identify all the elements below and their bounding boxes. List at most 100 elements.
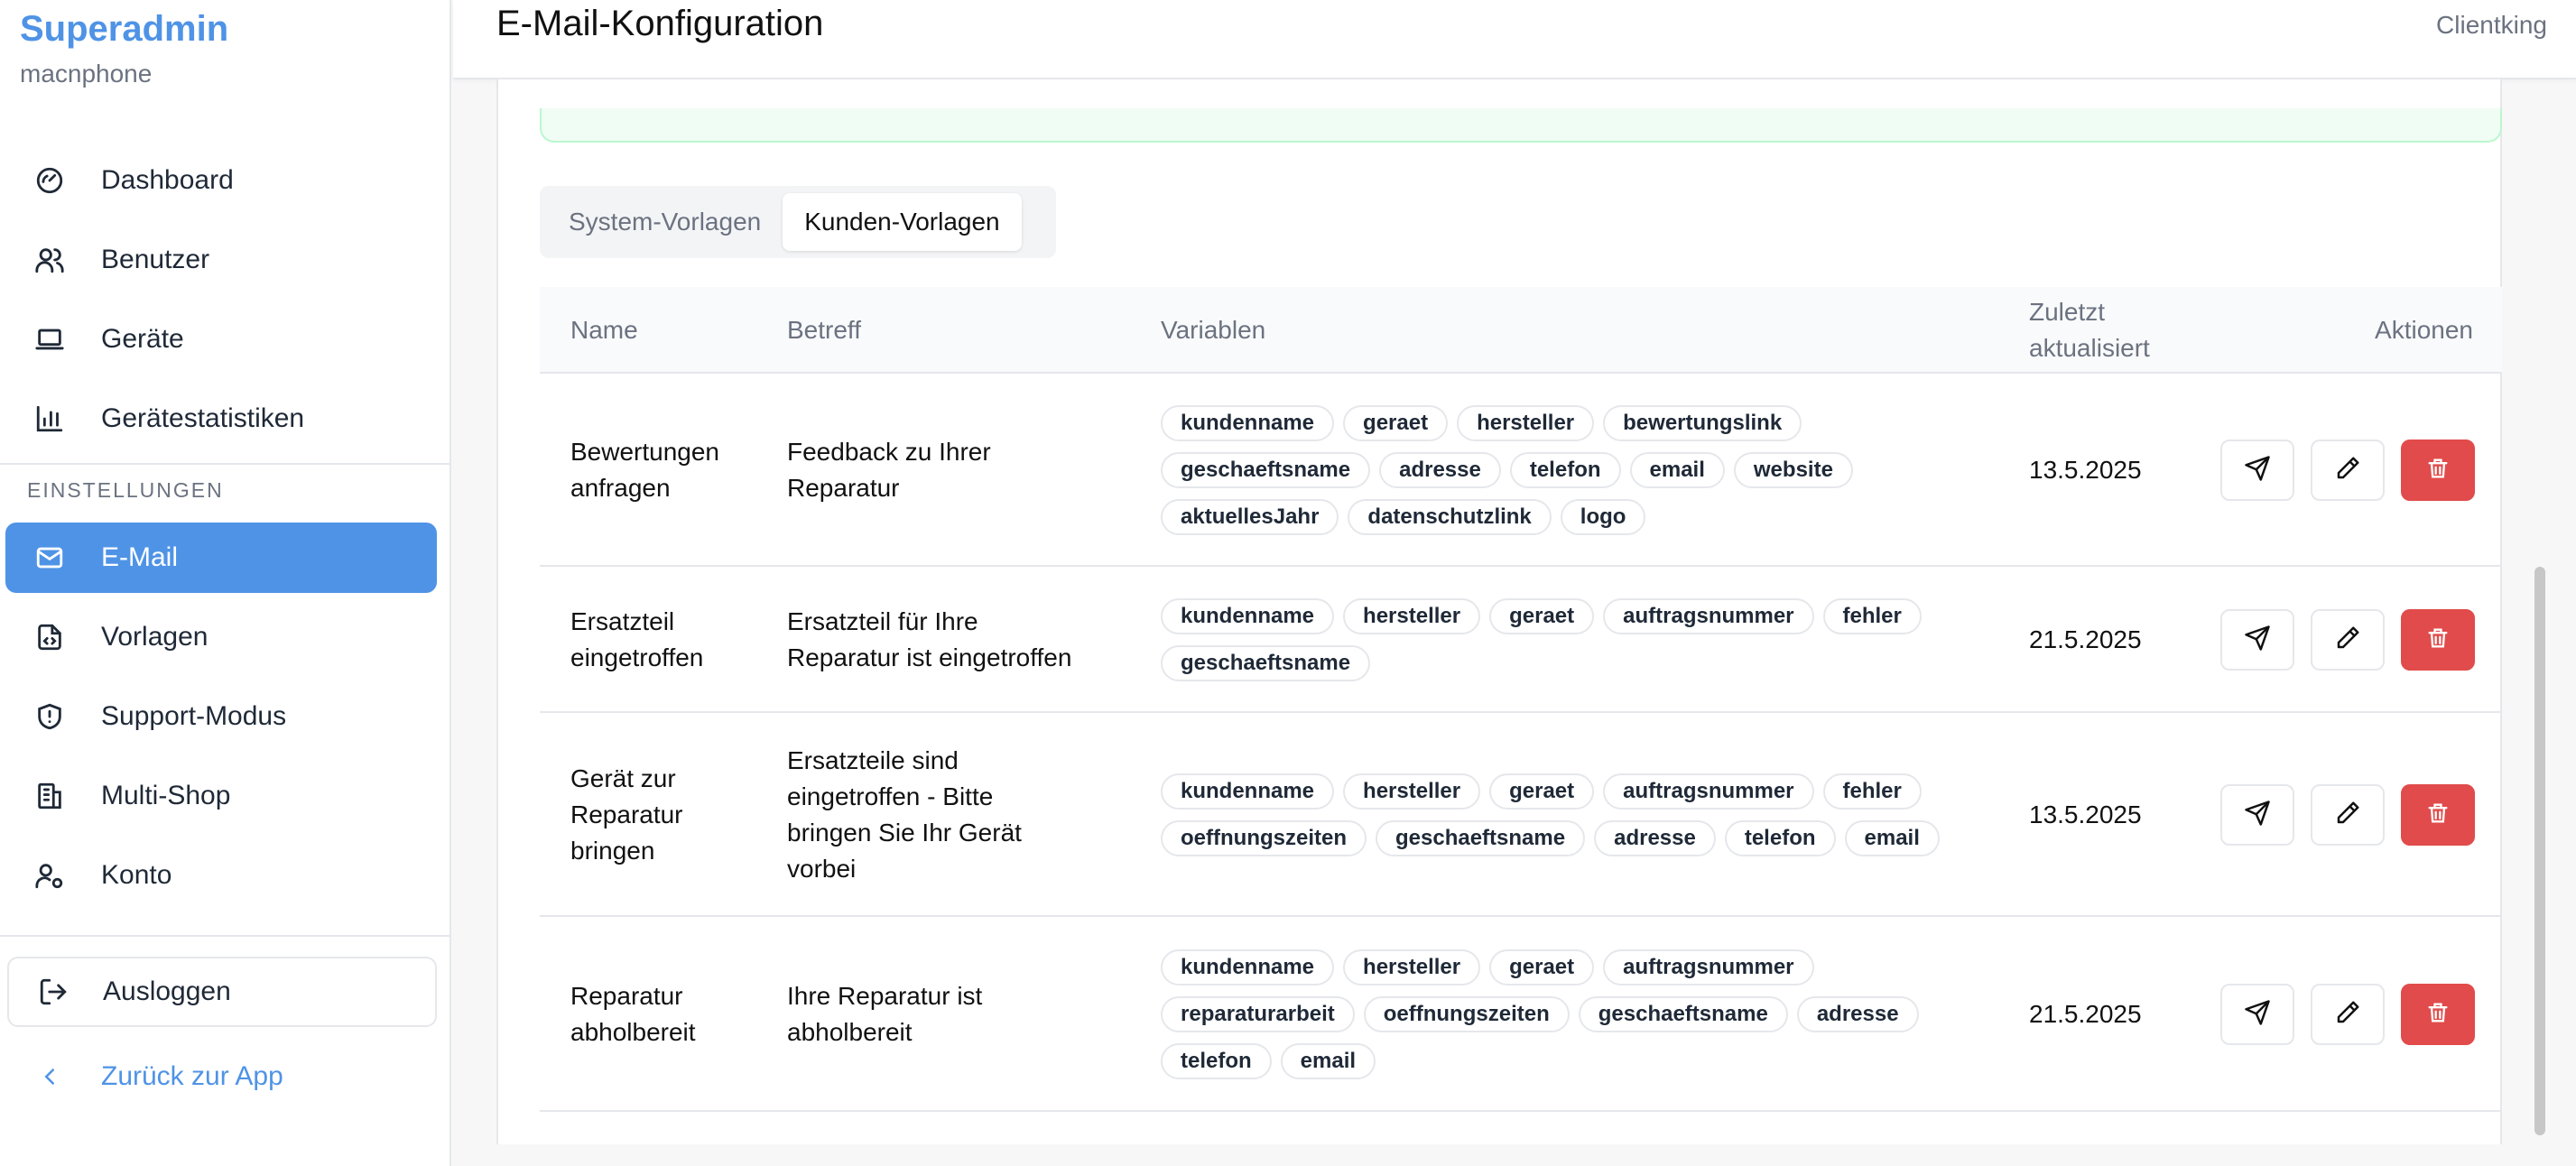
variable-chip: oeffnungszeiten (1363, 996, 1570, 1032)
delete-button[interactable] (2401, 784, 2475, 846)
variable-chip: hersteller (1457, 405, 1595, 441)
template-name-line: bringen (570, 837, 655, 865)
scrollbar-thumb[interactable] (2534, 567, 2545, 1135)
trash-icon (2425, 625, 2451, 655)
pencil-icon (2334, 999, 2361, 1031)
template-subject-line: Reparatur (787, 474, 900, 502)
template-name-line: Gerät zur (570, 764, 676, 792)
template-name: Reparatur abholbereit (570, 917, 778, 1112)
template-name: Gerät zur Reparatur bringen (570, 713, 778, 917)
template-subject-line: Reparatur ist eingetroffen (787, 643, 1072, 671)
header-user-name[interactable]: Clientking (2436, 11, 2547, 40)
variable-chip: auftragsnummer (1603, 949, 1814, 986)
template-subject-line: Ersatzteil für Ihre (787, 607, 978, 635)
edit-button[interactable] (2311, 784, 2385, 846)
variable-chip: telefon (1161, 1043, 1272, 1079)
building-icon (32, 779, 67, 813)
send-icon (2244, 800, 2271, 831)
sidebar-item-label: Konto (101, 860, 172, 890)
table-row: Reparatur abholbereit Ihre Reparatur ist ab… (540, 917, 2502, 1112)
template-subject-line: vorbei (787, 855, 857, 883)
sidebar-item-account[interactable]: Konto (5, 840, 437, 911)
template-name-line: Reparatur (570, 982, 683, 1010)
row-actions (2220, 784, 2475, 846)
back-to-app-link[interactable]: Zurück zur App (5, 1041, 437, 1112)
send-test-button[interactable] (2220, 609, 2294, 671)
log-out-icon (36, 975, 70, 1009)
trash-icon (2425, 800, 2451, 830)
table-header: Name Betreff Variablen Zuletzt aktualisi… (540, 287, 2502, 374)
variable-chip: auftragsnummer (1603, 773, 1814, 810)
sidebar-item-dashboard[interactable]: Dashboard (5, 145, 437, 216)
variable-chip: geschaeftsname (1161, 452, 1371, 488)
sidebar-item-email[interactable]: E-Mail (5, 523, 437, 593)
file-code-icon (32, 620, 67, 654)
chevron-left-icon (32, 1060, 67, 1094)
logout-label: Ausloggen (103, 976, 231, 1006)
variable-chip: geraet (1489, 598, 1595, 634)
template-subject: Ersatzteile sind eingetroffen - Bitte brin… (787, 713, 1148, 917)
gauge-icon (32, 163, 67, 198)
template-name-line: Bewertungen (570, 438, 720, 466)
variable-chip: kundenname (1161, 405, 1335, 441)
variable-chip: geschaeftsname (1578, 996, 1788, 1032)
mail-icon (32, 541, 67, 575)
brand-subtitle: macnphone (20, 60, 153, 88)
variables-list: kundenname geraet hersteller bewertungslink… (1161, 374, 1973, 567)
edit-button[interactable] (2311, 440, 2385, 501)
template-name-line: Reparatur (570, 800, 683, 828)
send-icon (2244, 625, 2271, 656)
send-icon (2244, 455, 2271, 486)
logout-button[interactable]: Ausloggen (7, 957, 437, 1027)
updated-date: 21.5.2025 (2029, 1000, 2142, 1028)
variable-chip: email (1844, 820, 1940, 856)
section-label-settings: EINSTELLUNGEN (27, 478, 224, 502)
sidebar-item-templates[interactable]: Vorlagen (5, 602, 437, 672)
delete-button[interactable] (2401, 440, 2475, 501)
send-test-button[interactable] (2220, 440, 2294, 501)
sidebar-item-support-mode[interactable]: Support-Modus (5, 681, 437, 752)
edit-button[interactable] (2311, 609, 2385, 671)
variable-chip: geschaeftsname (1376, 820, 1586, 856)
brand-title: Superadmin (20, 9, 229, 49)
user-cog-icon (32, 858, 67, 893)
shield-icon (32, 699, 67, 734)
sidebar-divider (0, 463, 451, 465)
back-to-app-label: Zurück zur App (101, 1061, 283, 1091)
send-test-button[interactable] (2220, 784, 2294, 846)
column-header-variables: Variablen (1161, 316, 1266, 344)
edit-button[interactable] (2311, 984, 2385, 1045)
table-row: Gerät zur Reparatur bringen Ersatzteile sin… (540, 713, 2502, 917)
template-name: Bewertungen anfragen (570, 374, 778, 567)
tab-system-templates[interactable]: System-Vorlagen (547, 193, 783, 251)
delete-button[interactable] (2401, 984, 2475, 1045)
variable-chip: aktuellesJahr (1161, 499, 1339, 535)
template-subject-line: eingetroffen - Bitte (787, 782, 994, 810)
variable-chip: datenschutzlink (1348, 499, 1552, 535)
delete-button[interactable] (2401, 609, 2475, 671)
sidebar-item-device-stats[interactable]: Gerätestatistiken (5, 384, 437, 454)
updated-date: 21.5.2025 (2029, 625, 2142, 653)
sidebar-item-multi-shop[interactable]: Multi-Shop (5, 761, 437, 831)
sidebar-item-label: Support-Modus (101, 701, 287, 731)
template-tabs: System-Vorlagen Kunden-Vorlagen (540, 186, 1056, 258)
column-header-updated-line2: aktualisiert (2029, 334, 2150, 362)
tab-customer-templates[interactable]: Kunden-Vorlagen (783, 193, 1022, 251)
variable-chip: geraet (1489, 773, 1595, 810)
send-test-button[interactable] (2220, 984, 2294, 1045)
templates-table: Name Betreff Variablen Zuletzt aktualisi… (540, 287, 2502, 1112)
column-header-actions: Aktionen (2375, 316, 2473, 344)
row-actions (2220, 609, 2475, 671)
sidebar-item-label: Vorlagen (101, 622, 208, 652)
variable-chip: adresse (1796, 996, 1919, 1032)
column-header-updated: Zuletzt aktualisiert (2029, 287, 2150, 374)
pencil-icon (2334, 625, 2361, 656)
variable-chip: geraet (1489, 949, 1595, 986)
template-subject-line: bringen Sie Ihr Gerät (787, 819, 1022, 847)
users-icon (32, 243, 67, 277)
sidebar-item-label: Geräte (101, 324, 184, 354)
sidebar-item-users[interactable]: Benutzer (5, 225, 437, 295)
sidebar-item-devices[interactable]: Geräte (5, 304, 437, 375)
variable-chip: kundenname (1161, 773, 1335, 810)
variable-chip: oeffnungszeiten (1161, 820, 1367, 856)
